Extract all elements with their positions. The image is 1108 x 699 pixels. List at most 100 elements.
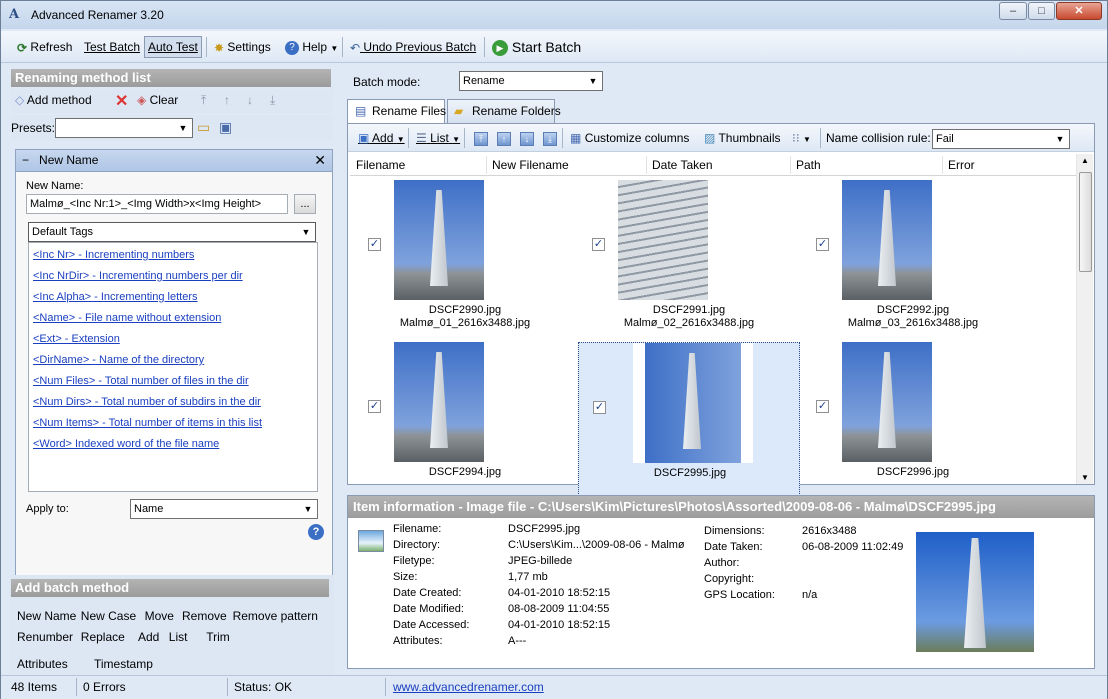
file-item[interactable]: ✓ DSCF2991.jpg Malmø_02_2616x3488.jpg — [578, 180, 800, 340]
batch-mode-select[interactable]: Rename ▼ — [459, 71, 603, 91]
file-thumbnail — [618, 180, 708, 300]
file-checkbox[interactable]: ✓ — [816, 238, 829, 251]
method-list-toolbar: ◇ Add method ✕ ◈ Clear ⤒ ↑ ↓ ⤓ — [11, 89, 333, 113]
list-icon: ☰ — [416, 131, 427, 145]
file-name: DSCF2990.jpg — [428, 304, 502, 316]
batch-method-timestamp[interactable]: Timestamp — [94, 657, 153, 671]
thumbnails-button[interactable]: ▨ Thumbnails — [700, 127, 785, 149]
delete-method-icon[interactable]: ✕ — [115, 91, 128, 111]
column-new-filename[interactable]: New Filename — [492, 158, 569, 172]
batch-method-attributes[interactable]: Attributes — [17, 657, 68, 671]
info-field-value: JPEG-billede — [508, 555, 573, 567]
clear-button[interactable]: ◈ Clear — [137, 93, 178, 107]
file-item[interactable]: ✓ DSCF2994.jpg — [354, 342, 576, 502]
apply-to-select[interactable]: Name ▼ — [130, 499, 318, 519]
file-checkbox[interactable]: ✓ — [593, 401, 606, 414]
collapse-icon[interactable]: − — [22, 153, 29, 167]
open-folder-icon[interactable]: ▭ — [197, 119, 210, 136]
info-field-label: Date Created: — [393, 587, 462, 599]
tag-link[interactable]: <DirName> - Name of the directory — [33, 354, 204, 366]
move-up-icon[interactable]: ↑ — [224, 93, 230, 107]
move-bottom-button[interactable]: ⤓ — [539, 127, 561, 149]
batch-method-remove[interactable]: Remove — [182, 609, 227, 623]
start-batch-button[interactable]: ▶ Start Batch — [488, 36, 585, 58]
column-filename[interactable]: Filename — [356, 158, 405, 172]
add-files-menu[interactable]: ▣ Add ▼ — [354, 127, 409, 149]
move-top-button[interactable]: ⤒ — [470, 127, 492, 149]
tag-link[interactable]: <Num Dirs> - Total number of subdirs in … — [33, 396, 261, 408]
batch-method-trim[interactable]: Trim — [206, 630, 230, 644]
tag-link[interactable]: <Inc Alpha> - Incrementing letters — [33, 291, 197, 303]
file-checkbox[interactable]: ✓ — [368, 238, 381, 251]
tag-link[interactable]: <Inc NrDir> - Incrementing numbers per d… — [33, 270, 243, 282]
help-label: Help — [302, 40, 328, 54]
close-button[interactable]: ✕ — [1056, 2, 1102, 20]
website-link[interactable]: www.advancedrenamer.com — [393, 680, 544, 694]
column-date-taken[interactable]: Date Taken — [652, 158, 713, 172]
scroll-thumb[interactable] — [1079, 172, 1092, 272]
tag-link[interactable]: <Num Items> - Total number of items in t… — [33, 417, 262, 429]
file-item[interactable]: ✓ DSCF2992.jpg Malmø_03_2616x3488.jpg — [802, 180, 1024, 340]
browse-tags-button[interactable]: ... — [294, 194, 316, 214]
presets-select[interactable]: ▼ — [55, 118, 193, 138]
settings-button[interactable]: ✸ Settings — [210, 36, 275, 58]
file-item[interactable]: ✓ DSCF2990.jpg Malmø_01_2616x3488.jpg — [354, 180, 576, 340]
tag-link[interactable]: <Name> - File name without extension — [33, 312, 221, 324]
move-bottom-icon[interactable]: ⤓ — [270, 93, 275, 108]
file-checkbox[interactable]: ✓ — [368, 400, 381, 413]
save-preset-icon[interactable]: ▣ — [219, 119, 232, 136]
batch-method-remove-pattern[interactable]: Remove pattern — [233, 609, 318, 623]
chevron-down-icon: ▼ — [303, 504, 313, 514]
file-item[interactable]: ✓ DSCF2996.jpg — [802, 342, 1024, 502]
file-name: DSCF2994.jpg — [428, 466, 502, 478]
batch-method-replace[interactable]: Replace — [81, 630, 125, 644]
move-top-icon[interactable]: ⤒ — [201, 93, 206, 108]
tag-link[interactable]: <Word> Indexed word of the file name — [33, 438, 219, 450]
column-error[interactable]: Error — [948, 158, 975, 172]
batch-method-move[interactable]: Move — [145, 609, 174, 623]
tab-rename-files[interactable]: ▤ Rename Files — [347, 99, 447, 124]
refresh-button[interactable]: ⟳ Refresh — [13, 36, 76, 58]
file-item[interactable]: ✓ DSCF2995.jpg — [578, 342, 800, 502]
file-checkbox[interactable]: ✓ — [592, 238, 605, 251]
view-mode-menu[interactable]: ⁝⁝ ▼ — [788, 127, 815, 149]
test-batch-button[interactable]: Test Batch — [80, 36, 144, 58]
batch-method-new-name[interactable]: New Name — [17, 609, 76, 623]
batch-method-renumber[interactable]: Renumber — [17, 630, 73, 644]
tab-rename-files-label: Rename Files — [372, 104, 447, 118]
move-down-icon: ↓ — [520, 131, 534, 146]
tab-rename-folders[interactable]: ▰ Rename Folders — [447, 99, 561, 123]
customize-columns-button[interactable]: ▦ Customize columns — [566, 127, 693, 149]
scroll-up-icon[interactable]: ▲ — [1081, 156, 1089, 165]
file-checkbox[interactable]: ✓ — [816, 400, 829, 413]
tag-link[interactable]: <Ext> - Extension — [33, 333, 120, 345]
tag-link[interactable]: <Inc Nr> - Incrementing numbers — [33, 249, 194, 261]
help-menu[interactable]: ? Help ▼ — [281, 36, 342, 58]
help-icon[interactable]: ? — [308, 524, 324, 540]
add-method-button[interactable]: ◇ Add method — [15, 93, 92, 107]
tags-dropdown[interactable]: Default Tags ▼ — [28, 222, 316, 242]
title-bar: A Advanced Renamer 3.20 ‒ □ ✕ — [1, 1, 1107, 29]
vertical-scrollbar[interactable]: ▲ ▼ — [1076, 154, 1093, 484]
minimize-button[interactable]: ‒ — [999, 2, 1027, 20]
batch-method-add[interactable]: Add — [138, 630, 159, 644]
move-down-button[interactable]: ↓ — [516, 127, 538, 149]
auto-test-toggle[interactable]: Auto Test — [144, 36, 202, 58]
image-icon: ▨ — [704, 131, 716, 145]
batch-method-list[interactable]: List — [169, 630, 188, 644]
close-method-icon[interactable]: ✕ — [314, 150, 326, 170]
column-path[interactable]: Path — [796, 158, 821, 172]
move-down-icon[interactable]: ↓ — [247, 93, 253, 107]
collision-rule-select[interactable]: Fail ▼ — [932, 129, 1070, 149]
new-name-input[interactable]: Malmø_<Inc Nr:1>_<Img Width>x<Img Height… — [26, 194, 288, 214]
tag-link[interactable]: <Num Files> - Total number of files in t… — [33, 375, 249, 387]
scroll-down-icon[interactable]: ▼ — [1081, 473, 1089, 482]
batch-method-new-case[interactable]: New Case — [81, 609, 136, 623]
undo-batch-button[interactable]: ↶ Undo Previous Batch — [346, 36, 480, 58]
maximize-button[interactable]: □ — [1028, 2, 1055, 20]
file-icon: ▤ — [355, 104, 367, 118]
list-menu[interactable]: ☰ List ▼ — [412, 127, 464, 149]
method-header[interactable]: − New Name ✕ — [16, 150, 332, 172]
left-panel: Renaming method list ◇ Add method ✕ ◈ Cl… — [9, 67, 334, 675]
move-up-button[interactable]: ↑ — [493, 127, 515, 149]
